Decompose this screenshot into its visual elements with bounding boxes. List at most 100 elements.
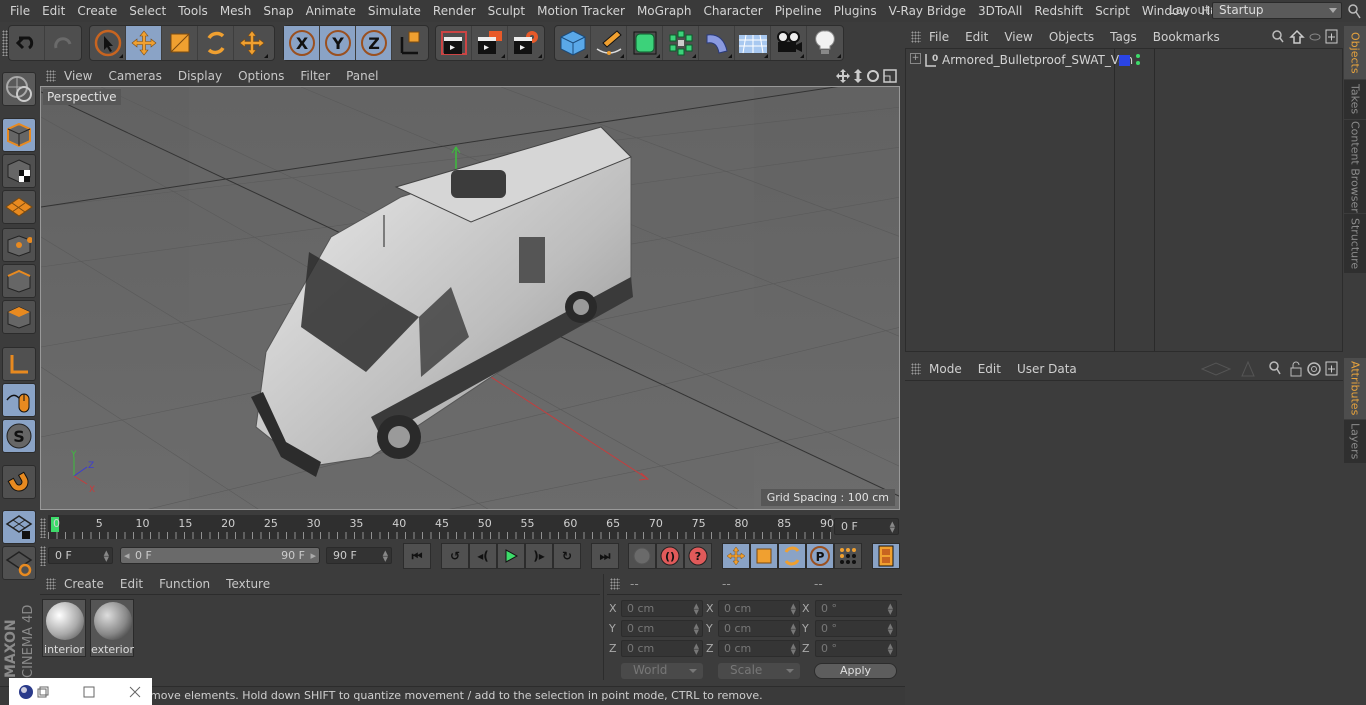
viewport-menu-view[interactable]: View (56, 69, 100, 83)
search-icon[interactable] (1269, 361, 1281, 375)
scale-button[interactable] (162, 26, 198, 60)
undo-button[interactable] (9, 26, 45, 60)
polygons-mode-button[interactable] (2, 300, 36, 334)
material-exterior[interactable]: exterior (90, 599, 134, 657)
autokey-button[interactable]: () (656, 543, 684, 569)
tab-attributes[interactable]: Attributes (1344, 358, 1366, 420)
restore-icon[interactable] (37, 686, 49, 698)
menu-edit[interactable]: Edit (36, 0, 71, 22)
size-y-field[interactable]: 0 cm ▲ ▼ (718, 620, 800, 637)
move-button[interactable] (126, 26, 162, 60)
new-window-icon[interactable] (1325, 361, 1338, 376)
rotate-button[interactable] (198, 26, 234, 60)
current-frame-field[interactable]: 0 F ▲ ▼ (834, 518, 899, 535)
render-settings-button[interactable] (508, 26, 544, 60)
menu-file[interactable]: File (4, 0, 36, 22)
expand-toggle[interactable]: + (910, 53, 921, 64)
rotation-z-field[interactable]: 0 ° ▲ ▼ (815, 640, 897, 657)
key-position-button[interactable] (722, 543, 750, 569)
solo-button[interactable]: S (2, 419, 36, 453)
keyframe-selection-button[interactable]: ? (684, 543, 712, 569)
position-x-field[interactable]: 0 cm ▲ ▼ (621, 600, 703, 617)
layer-color-swatch[interactable] (1119, 55, 1130, 66)
key-pla-button[interactable] (834, 543, 862, 569)
size-z-field[interactable]: 0 cm ▲ ▼ (718, 640, 800, 657)
make-editable-button[interactable] (2, 72, 36, 106)
menu-pipeline[interactable]: Pipeline (769, 0, 828, 22)
objects-menu-objects[interactable]: Objects (1041, 30, 1102, 44)
size-mode-dropdown[interactable]: Scale (718, 663, 800, 679)
x-axis-lock-button[interactable]: X (284, 26, 320, 60)
menu-sculpt[interactable]: Sculpt (482, 0, 531, 22)
position-y-field[interactable]: 0 cm ▲ ▼ (621, 620, 703, 637)
timeline-button[interactable] (872, 543, 900, 569)
light-button[interactable] (807, 26, 843, 60)
cube-button[interactable] (555, 26, 591, 60)
menu-mograph[interactable]: MoGraph (631, 0, 698, 22)
subdivision-surface-button[interactable] (627, 26, 663, 60)
objects-menu-bookmarks[interactable]: Bookmarks (1145, 30, 1228, 44)
viewport-menu-panel[interactable]: Panel (338, 69, 386, 83)
viewport-menu-display[interactable]: Display (170, 69, 230, 83)
apply-button[interactable]: Apply (814, 663, 897, 679)
play-button[interactable] (497, 543, 525, 569)
coordinate-system-button[interactable] (392, 26, 428, 60)
attributes-menu-user-data[interactable]: User Data (1009, 362, 1085, 376)
search-icon[interactable] (1272, 30, 1284, 43)
cloner-button[interactable] (663, 26, 699, 60)
viewport-menu-filter[interactable]: Filter (292, 69, 338, 83)
viewport-menu-options[interactable]: Options (230, 69, 292, 83)
menu-redshift[interactable]: Redshift (1028, 0, 1089, 22)
go-to-end-button[interactable]: ⏭ (591, 543, 619, 569)
tab-takes[interactable]: Takes (1344, 80, 1366, 120)
coordinate-mode-dropdown[interactable]: World (621, 663, 703, 679)
menu-mesh[interactable]: Mesh (214, 0, 258, 22)
viewport-pan-icon[interactable] (836, 69, 850, 83)
transport-grip[interactable] (40, 546, 46, 566)
attributes-menu-edit[interactable]: Edit (970, 362, 1009, 376)
model-mode-button[interactable] (2, 118, 36, 152)
layout-select[interactable]: Startup (1212, 2, 1342, 19)
viewport-maximize-icon[interactable] (883, 69, 897, 83)
material-menu-create[interactable]: Create (56, 577, 112, 591)
render-picture-viewer-button[interactable] (472, 26, 508, 60)
menu-character[interactable]: Character (697, 0, 768, 22)
objects-menu-view[interactable]: View (996, 30, 1040, 44)
pen-button[interactable] (591, 26, 627, 60)
material-menu-texture[interactable]: Texture (218, 577, 278, 591)
toggle-icon[interactable] (1309, 33, 1321, 41)
z-axis-lock-button[interactable]: Z (356, 26, 392, 60)
viewport-grip[interactable] (46, 70, 56, 82)
viewport-perspective[interactable]: Y Z X Perspective Grid Spacing : 100 cm (40, 86, 900, 510)
menu-vray-bridge[interactable]: V-Ray Bridge (883, 0, 972, 22)
live-selection-button[interactable] (90, 26, 126, 60)
new-window-icon[interactable] (1325, 29, 1338, 44)
render-view-button[interactable] (436, 26, 472, 60)
object-name[interactable]: Armored_Bulletproof_SWAT_Van (942, 53, 1133, 67)
target-icon[interactable] (1307, 362, 1321, 376)
objects-menu-edit[interactable]: Edit (957, 30, 996, 44)
object-manager-grip[interactable] (911, 31, 921, 43)
position-z-field[interactable]: 0 cm ▲ ▼ (621, 640, 703, 657)
back-forward-icon[interactable] (1200, 362, 1232, 376)
material-grip[interactable] (46, 578, 56, 590)
next-key-button[interactable]: ↻ (553, 543, 581, 569)
camera-label[interactable]: Perspective (43, 89, 121, 105)
close-icon[interactable] (129, 686, 141, 698)
go-to-start-button[interactable]: ⏮ (403, 543, 431, 569)
menu-3dtoall[interactable]: 3DToAll (972, 0, 1028, 22)
bend-deformer-button[interactable] (699, 26, 735, 60)
viewport-menu-cameras[interactable]: Cameras (100, 69, 169, 83)
material-menu-function[interactable]: Function (151, 577, 218, 591)
attribute-manager-grip[interactable] (911, 363, 921, 375)
y-axis-lock-button[interactable]: Y (320, 26, 356, 60)
menu-render[interactable]: Render (427, 0, 482, 22)
material-menu-edit[interactable]: Edit (112, 577, 151, 591)
editor-visibility-dot[interactable] (1136, 54, 1140, 58)
edges-mode-button[interactable] (2, 264, 36, 298)
attributes-menu-mode[interactable]: Mode (921, 362, 970, 376)
workplane-lock-button[interactable] (2, 510, 36, 544)
workplane-align-button[interactable] (2, 546, 36, 580)
next-frame-button[interactable]: )▸ (525, 543, 553, 569)
menu-animate[interactable]: Animate (300, 0, 362, 22)
